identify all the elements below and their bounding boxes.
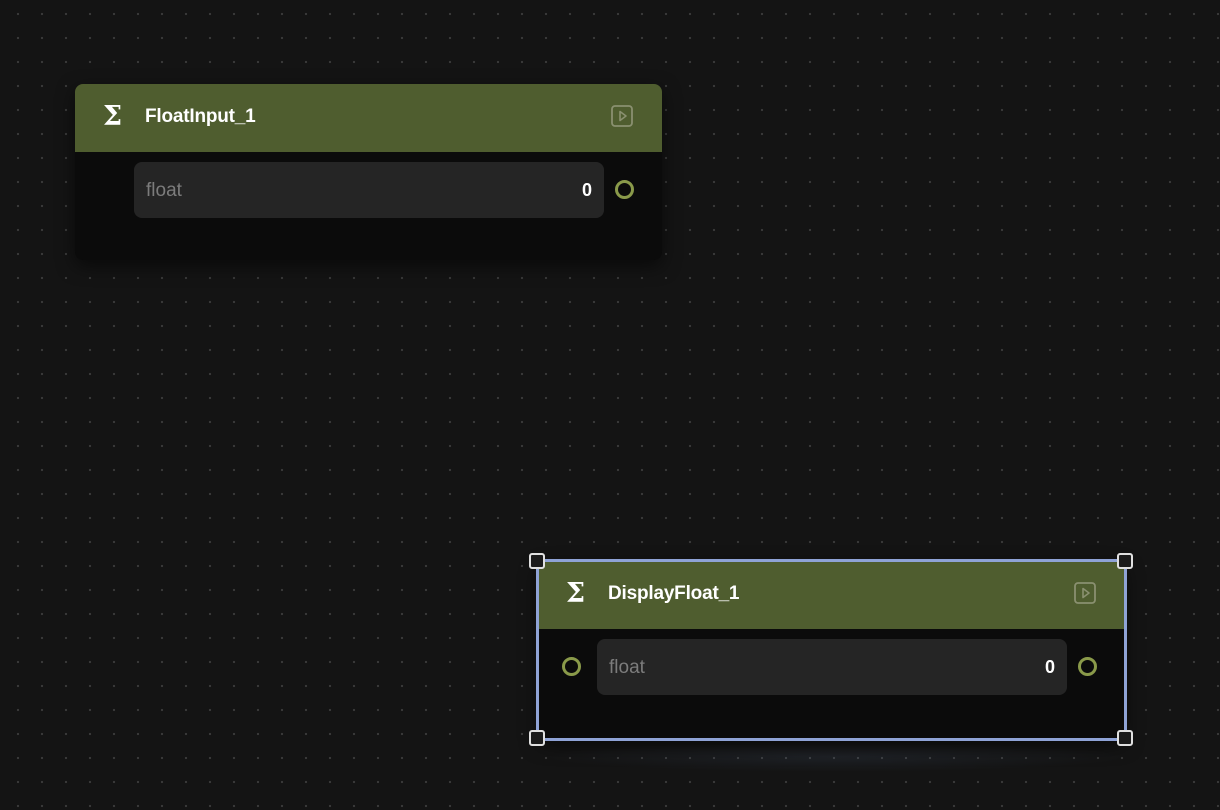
- node-float-input[interactable]: Σ FloatInput_1 float: [75, 84, 662, 260]
- sigma-icon: Σ: [566, 578, 586, 609]
- graph-canvas[interactable]: Σ FloatInput_1 float Σ DisplayFloat_1 fl…: [0, 0, 1220, 810]
- node-header[interactable]: Σ DisplayFloat_1: [538, 561, 1125, 629]
- node-title: DisplayFloat_1: [608, 583, 740, 604]
- selection-glow: [540, 742, 1130, 772]
- resize-handle-top-left[interactable]: [529, 553, 545, 569]
- output-port[interactable]: [615, 180, 634, 199]
- node-display-float[interactable]: Σ DisplayFloat_1 float: [538, 561, 1125, 739]
- field-label: float: [146, 180, 182, 201]
- run-icon[interactable]: [610, 104, 634, 128]
- sigma-icon: Σ: [103, 101, 123, 132]
- resize-handle-top-right[interactable]: [1117, 553, 1133, 569]
- float-field[interactable]: float: [134, 162, 604, 218]
- node-title: FloatInput_1: [145, 106, 256, 127]
- node-header[interactable]: Σ FloatInput_1: [75, 84, 662, 152]
- float-value-input[interactable]: [1015, 657, 1055, 678]
- float-field[interactable]: float: [597, 639, 1067, 695]
- resize-handle-bottom-right[interactable]: [1117, 730, 1133, 746]
- input-port[interactable]: [562, 657, 581, 676]
- output-port[interactable]: [1078, 657, 1097, 676]
- run-icon[interactable]: [1073, 581, 1097, 605]
- field-label: float: [609, 657, 645, 678]
- float-value-input[interactable]: [552, 180, 592, 201]
- resize-handle-bottom-left[interactable]: [529, 730, 545, 746]
